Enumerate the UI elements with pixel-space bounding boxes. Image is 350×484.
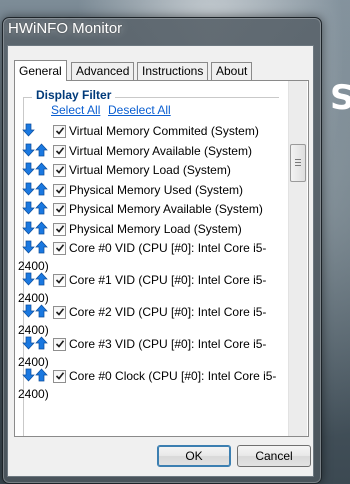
reorder-arrows xyxy=(22,181,50,198)
filter-item-label: Physical Memory Available (System) xyxy=(69,202,263,216)
reorder-arrows xyxy=(22,220,50,237)
move-down-arrow-icon[interactable] xyxy=(22,368,35,382)
filter-item-label: Virtual Memory Load (System) xyxy=(69,163,231,177)
move-down-arrow-icon[interactable] xyxy=(22,272,35,286)
filter-item-label: Core #2 VID (CPU [#0]: Intel Core i5- xyxy=(69,305,267,319)
filter-item-label-continued: 2400) xyxy=(18,323,49,337)
filter-item-label: Core #1 VID (CPU [#0]: Intel Core i5- xyxy=(69,273,267,287)
deselect-all-link[interactable]: Deselect All xyxy=(108,103,171,117)
move-up-arrow-icon[interactable] xyxy=(35,162,48,176)
desktop-partial-text: S xyxy=(330,78,350,118)
cancel-button[interactable]: Cancel xyxy=(237,445,311,467)
filter-checkbox[interactable] xyxy=(53,306,66,319)
reorder-arrows xyxy=(22,123,50,139)
move-up-arrow-icon[interactable] xyxy=(35,181,48,196)
move-down-arrow-icon[interactable] xyxy=(22,336,35,350)
tab-instructions[interactable]: Instructions xyxy=(137,62,209,80)
filter-checkbox[interactable] xyxy=(53,242,66,255)
move-down-arrow-icon[interactable] xyxy=(22,162,35,176)
tab-about[interactable]: About xyxy=(211,62,253,80)
filter-item-label: Physical Memory Used (System) xyxy=(69,182,244,197)
filter-checkbox[interactable] xyxy=(53,274,66,287)
reorder-arrows xyxy=(22,240,50,256)
general-tab-panel: Display Filter Select All Deselect All V… xyxy=(14,80,309,437)
reorder-arrows xyxy=(22,336,50,352)
reorder-arrows xyxy=(22,272,50,288)
move-down-arrow-icon[interactable] xyxy=(22,221,35,235)
tab-advanced[interactable]: Advanced xyxy=(71,62,135,80)
filter-item-label: Virtual Memory Available (System) xyxy=(69,143,252,158)
filter-checkbox[interactable] xyxy=(53,164,66,177)
move-down-arrow-icon[interactable] xyxy=(22,182,35,196)
select-all-link[interactable]: Select All xyxy=(51,103,100,117)
tab-general[interactable]: General xyxy=(14,60,67,81)
move-up-arrow-icon[interactable] xyxy=(35,304,48,318)
move-down-arrow-icon[interactable] xyxy=(22,201,35,215)
filter-item-label: Physical Memory Load (System) xyxy=(69,221,242,236)
display-filter-title: Display Filter xyxy=(32,88,116,102)
move-up-arrow-icon[interactable] xyxy=(35,368,48,382)
ok-button[interactable]: OK xyxy=(157,445,231,467)
move-up-arrow-icon[interactable] xyxy=(35,336,48,350)
filter-item-label-continued: 2400) xyxy=(18,355,49,369)
reorder-arrows xyxy=(22,304,50,320)
move-up-arrow-icon[interactable] xyxy=(35,220,48,235)
filter-checkbox[interactable] xyxy=(53,338,66,351)
window-title: HWiNFO Monitor xyxy=(8,20,123,37)
move-up-arrow-icon[interactable] xyxy=(35,201,48,215)
move-up-arrow-icon[interactable] xyxy=(35,240,48,254)
scrollbar-thumb[interactable] xyxy=(290,144,306,182)
filter-item-label: Virtual Memory Commited (System) xyxy=(69,124,259,138)
move-up-arrow-icon[interactable] xyxy=(35,142,48,157)
dialog-client-area: General Advanced Instructions About Disp… xyxy=(7,45,314,477)
move-down-arrow-icon[interactable] xyxy=(22,240,35,254)
move-down-arrow-icon[interactable] xyxy=(22,123,35,137)
filter-item-label-continued: 2400) xyxy=(18,291,49,305)
move-down-arrow-icon[interactable] xyxy=(22,143,35,157)
move-down-arrow-icon[interactable] xyxy=(22,304,35,318)
reorder-arrows xyxy=(22,368,50,384)
filter-checkbox[interactable] xyxy=(53,222,66,236)
move-up-arrow-icon[interactable] xyxy=(35,272,48,286)
display-filter-list: Display Filter Select All Deselect All V… xyxy=(15,81,288,436)
filter-item-label-continued: 2400) xyxy=(18,259,49,273)
filter-checkbox[interactable] xyxy=(53,370,66,383)
filter-checkbox[interactable] xyxy=(53,144,66,158)
reorder-arrows xyxy=(22,201,50,217)
filter-item-label-continued: 2400) xyxy=(18,387,49,401)
filter-checkbox[interactable] xyxy=(53,203,66,216)
filter-checkbox[interactable] xyxy=(53,125,66,138)
filter-checkbox[interactable] xyxy=(53,183,66,197)
filter-item-label: Core #3 VID (CPU [#0]: Intel Core i5- xyxy=(69,337,267,351)
vertical-scrollbar[interactable] xyxy=(288,81,307,436)
filter-item-label: Core #0 VID (CPU [#0]: Intel Core i5- xyxy=(69,241,267,255)
filter-item-label: Core #0 Clock (CPU [#0]: Intel Core i5- xyxy=(69,369,277,383)
reorder-arrows xyxy=(22,142,50,159)
reorder-arrows xyxy=(22,162,50,178)
